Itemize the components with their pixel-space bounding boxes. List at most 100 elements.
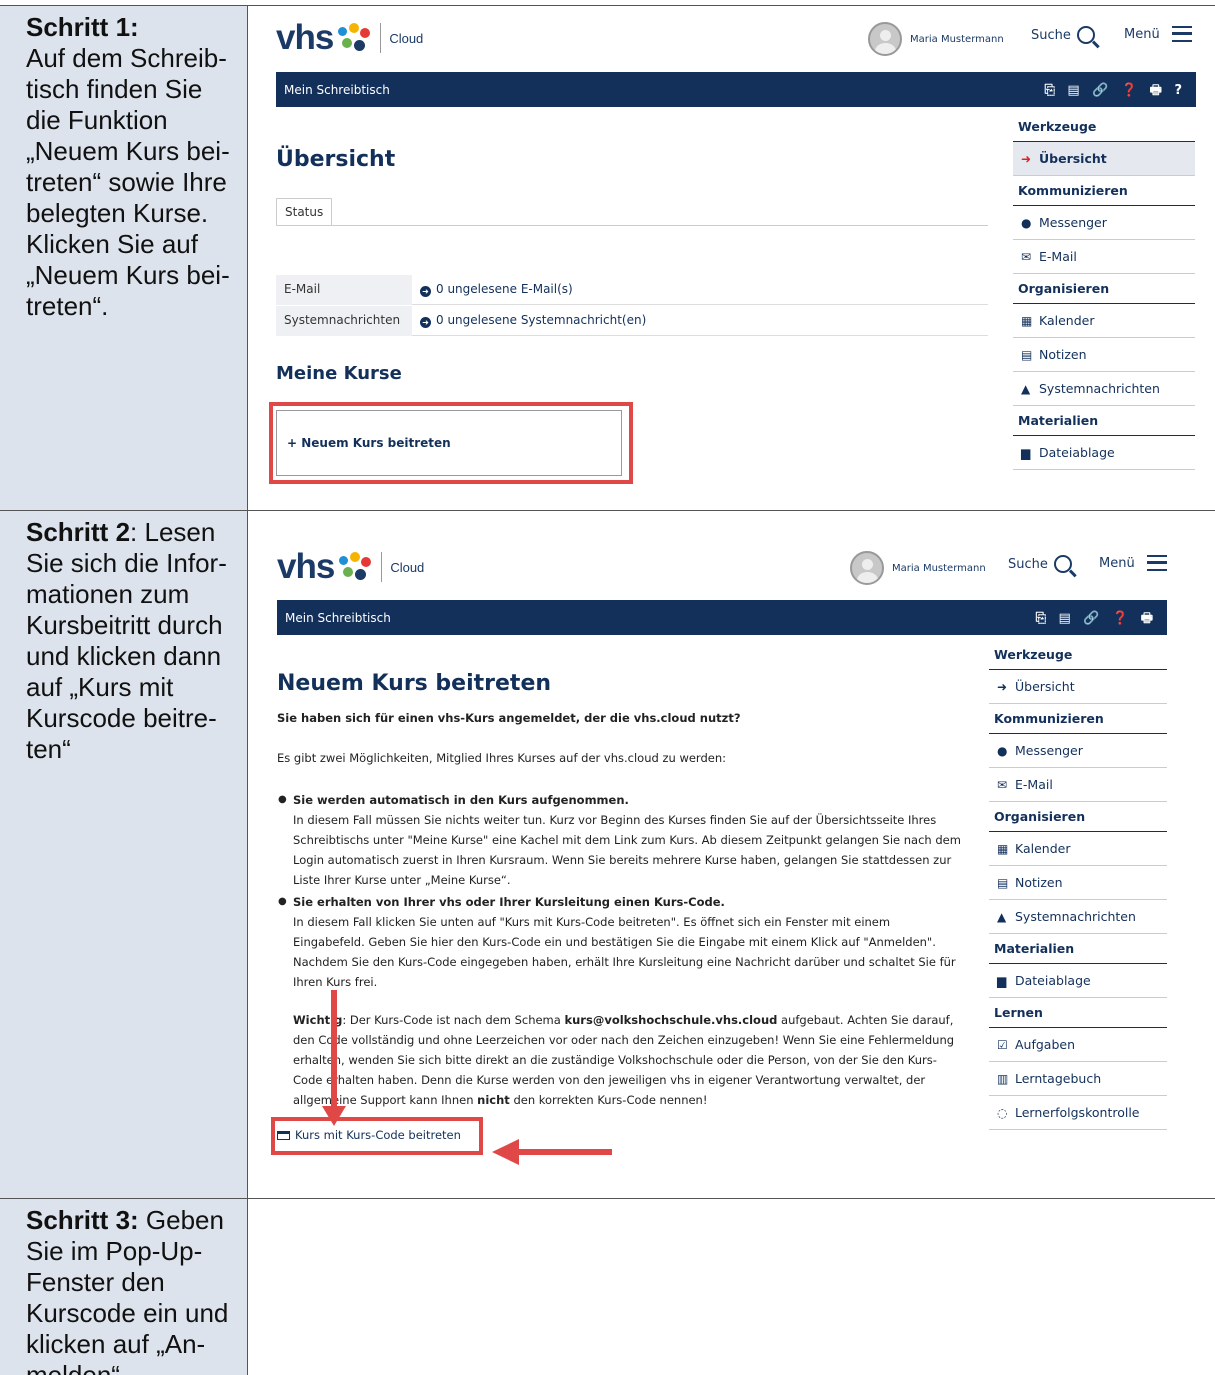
sidebar-heading-kommunizieren: Kommunizieren [989, 704, 1167, 734]
step-description-1: Schritt 1: Auf dem Schreib-tisch finden S… [0, 6, 248, 510]
arrow-right-icon: ➜ [1021, 151, 1032, 166]
screenshot-dashboard: vhs Cloud Maria Mustermann Suche Menü Me… [269, 14, 1196, 494]
sidebar-item-notizen[interactable]: ▤ Notizen [1013, 338, 1195, 372]
app-header: vhs Cloud Maria Mustermann Suche Menü [277, 543, 1169, 598]
messenger-icon: ● [997, 743, 1008, 758]
page-title: Neuem Kurs beitreten [277, 671, 552, 696]
arrow-circle-icon: ➜ [420, 286, 431, 297]
arrow-right-icon: ➜ [997, 679, 1008, 694]
screenshot-cell-1: vhs Cloud Maria Mustermann Suche Menü Me… [249, 6, 1215, 510]
sidebar-item-uebersicht[interactable]: ➜ Übersicht [989, 670, 1167, 704]
sidebar-heading-materialien: Materialien [1013, 406, 1195, 436]
courses-title: Meine Kurse [276, 363, 402, 384]
tab-status[interactable]: Status [276, 198, 333, 225]
annotation-arrows [322, 990, 612, 1165]
calendar-icon: ▦ [1021, 313, 1033, 328]
page-title: Übersicht [276, 147, 396, 172]
sidebar-heading-werkzeuge: Werkzeuge [989, 640, 1167, 670]
sidebar-item-email[interactable]: ✉ E-Mail [989, 768, 1167, 802]
logo-dots-icon [336, 23, 372, 53]
step-label: Schritt 3: [26, 1205, 139, 1235]
sidebar-heading-organisieren: Organisieren [1013, 274, 1195, 304]
sidebar-item-notizen[interactable]: ▤ Notizen [989, 866, 1167, 900]
checkbox-icon: ☑ [997, 1037, 1008, 1052]
search-icon [1053, 555, 1072, 573]
step-description-2: Schritt 2: Lesen Sie sich die Infor-mati… [0, 511, 248, 1198]
arrow-circle-icon: ➜ [420, 317, 431, 328]
step-row-3: Schritt 3: Geben Sie im Pop-Up-Fenster d… [0, 1198, 1215, 1375]
email-link[interactable]: ➜ 0 ungelesene E-Mail(s) [412, 275, 988, 305]
sidebar: Werkzeuge ➜ Übersicht Kommunizieren ● Mess… [989, 640, 1167, 1130]
notes-icon: ▤ [1021, 347, 1033, 362]
progress-icon: ◌ [997, 1105, 1008, 1120]
hamburger-icon [1171, 26, 1192, 42]
sidebar-item-email[interactable]: ✉ E-Mail [1013, 240, 1195, 274]
sidebar-item-dateiablage[interactable]: ▆ Dateiablage [1013, 436, 1195, 470]
sidebar-item-aufgaben[interactable]: ☑ Aufgaben [989, 1028, 1167, 1062]
user-menu[interactable]: Maria Mustermann [868, 22, 1004, 56]
logo-dots-icon [337, 552, 373, 582]
system-messages-row: Systemnachrichten ➜ 0 ungelesene Systemna… [276, 306, 988, 336]
screenshot-join-course: vhs Cloud Maria Mustermann Suche Menü Me… [271, 543, 1169, 1183]
nav-title[interactable]: Mein Schreibtisch [284, 83, 390, 97]
sidebar-heading-lernen: Lernen [989, 998, 1167, 1028]
avatar [850, 551, 884, 585]
sidebar-item-uebersicht[interactable]: ➜ Übersicht [1013, 142, 1195, 176]
user-name: Maria Mustermann [892, 562, 986, 574]
search-button[interactable]: Suche [1031, 26, 1095, 44]
sidebar-item-kalender[interactable]: ▦ Kalender [989, 832, 1167, 866]
user-name: Maria Mustermann [910, 33, 1004, 45]
envelope-icon: ✉ [1021, 249, 1032, 264]
nav-title[interactable]: Mein Schreibtisch [285, 611, 391, 625]
option-2: Sie erhalten von Ihrer vhs oder Ihrer Ku… [278, 892, 963, 992]
hamburger-icon [1146, 555, 1167, 571]
warning-icon: ▲ [997, 909, 1007, 924]
step-description-3: Schritt 3: Geben Sie im Pop-Up-Fenster d… [0, 1199, 248, 1375]
join-course-tile[interactable]: + Neuem Kurs beitreten [276, 410, 622, 476]
step-label: Schritt 1: [26, 12, 139, 42]
envelope-icon: ✉ [997, 777, 1008, 792]
sidebar-item-systemnachrichten[interactable]: ▲ Systemnachrichten [1013, 372, 1195, 406]
notes-icon: ▤ [997, 875, 1009, 890]
screenshot-cell-2: vhs Cloud Maria Mustermann Suche Menü Me… [249, 511, 1215, 1198]
step-text: Auf dem Schreib-tisch finden Sie die Fun… [26, 43, 230, 321]
vhs-logo[interactable]: vhs Cloud [276, 18, 423, 58]
step-text: : Lesen Sie sich die Infor-mationen zum … [26, 517, 227, 764]
sidebar-item-messenger[interactable]: ● Messenger [989, 734, 1167, 768]
sidebar-item-kalender[interactable]: ▦ Kalender [1013, 304, 1195, 338]
toolbar-icons[interactable]: ⎘ ▤ 🔗 ❓ 🖶 ? [1045, 81, 1187, 103]
arrow-left-head [492, 1139, 519, 1165]
sidebar-heading-materialien: Materialien [989, 934, 1167, 964]
step-row-1: Schritt 1: Auf dem Schreib-tisch finden S… [0, 5, 1215, 510]
email-row: E-Mail ➜ 0 ungelesene E-Mail(s) [276, 275, 988, 305]
sidebar-item-lernerfolgskontrolle[interactable]: ◌ Lernerfolgskontrolle [989, 1096, 1167, 1130]
toolbar-icons[interactable]: ⎘ ▤ 🔗 ❓ 🖶 [1036, 609, 1157, 631]
journal-icon: ▥ [997, 1071, 1009, 1086]
lead-text: Sie haben sich für einen vhs-Kurs angeme… [277, 711, 741, 725]
archive-icon: ▆ [997, 973, 1007, 988]
warning-icon: ▲ [1021, 381, 1031, 396]
avatar [868, 22, 902, 56]
messenger-icon: ● [1021, 215, 1032, 230]
user-menu[interactable]: Maria Mustermann [850, 551, 986, 585]
step-row-2: Schritt 2: Lesen Sie sich die Infor-mati… [0, 510, 1215, 1198]
system-messages-link[interactable]: ➜ 0 ungelesene Systemnachricht(en) [412, 306, 988, 336]
sidebar-item-lerntagebuch[interactable]: ▥ Lerntagebuch [989, 1062, 1167, 1096]
sidebar-item-systemnachrichten[interactable]: ▲ Systemnachrichten [989, 900, 1167, 934]
arrow-down-head [322, 1106, 346, 1126]
app-header: vhs Cloud Maria Mustermann Suche Menü [276, 14, 1196, 69]
sidebar-item-dateiablage[interactable]: ▆ Dateiablage [989, 964, 1167, 998]
search-icon [1076, 26, 1095, 44]
sidebar-heading-organisieren: Organisieren [989, 802, 1167, 832]
option-1: Sie werden automatisch in den Kurs aufge… [278, 790, 963, 890]
intro-text: Es gibt zwei Möglichkeiten, Mitglied Ihr… [277, 751, 726, 765]
sidebar-item-messenger[interactable]: ● Messenger [1013, 206, 1195, 240]
menu-button[interactable]: Menü [1124, 26, 1192, 42]
archive-icon: ▆ [1021, 445, 1031, 460]
calendar-icon: ▦ [997, 841, 1009, 856]
search-button[interactable]: Suche [1008, 555, 1072, 573]
nav-bar: Mein Schreibtisch ⎘ ▤ 🔗 ❓ 🖶 ? [276, 72, 1196, 107]
vhs-logo[interactable]: vhs Cloud [277, 547, 424, 587]
menu-button[interactable]: Menü [1099, 555, 1167, 571]
sidebar-heading-werkzeuge: Werkzeuge [1013, 112, 1195, 142]
